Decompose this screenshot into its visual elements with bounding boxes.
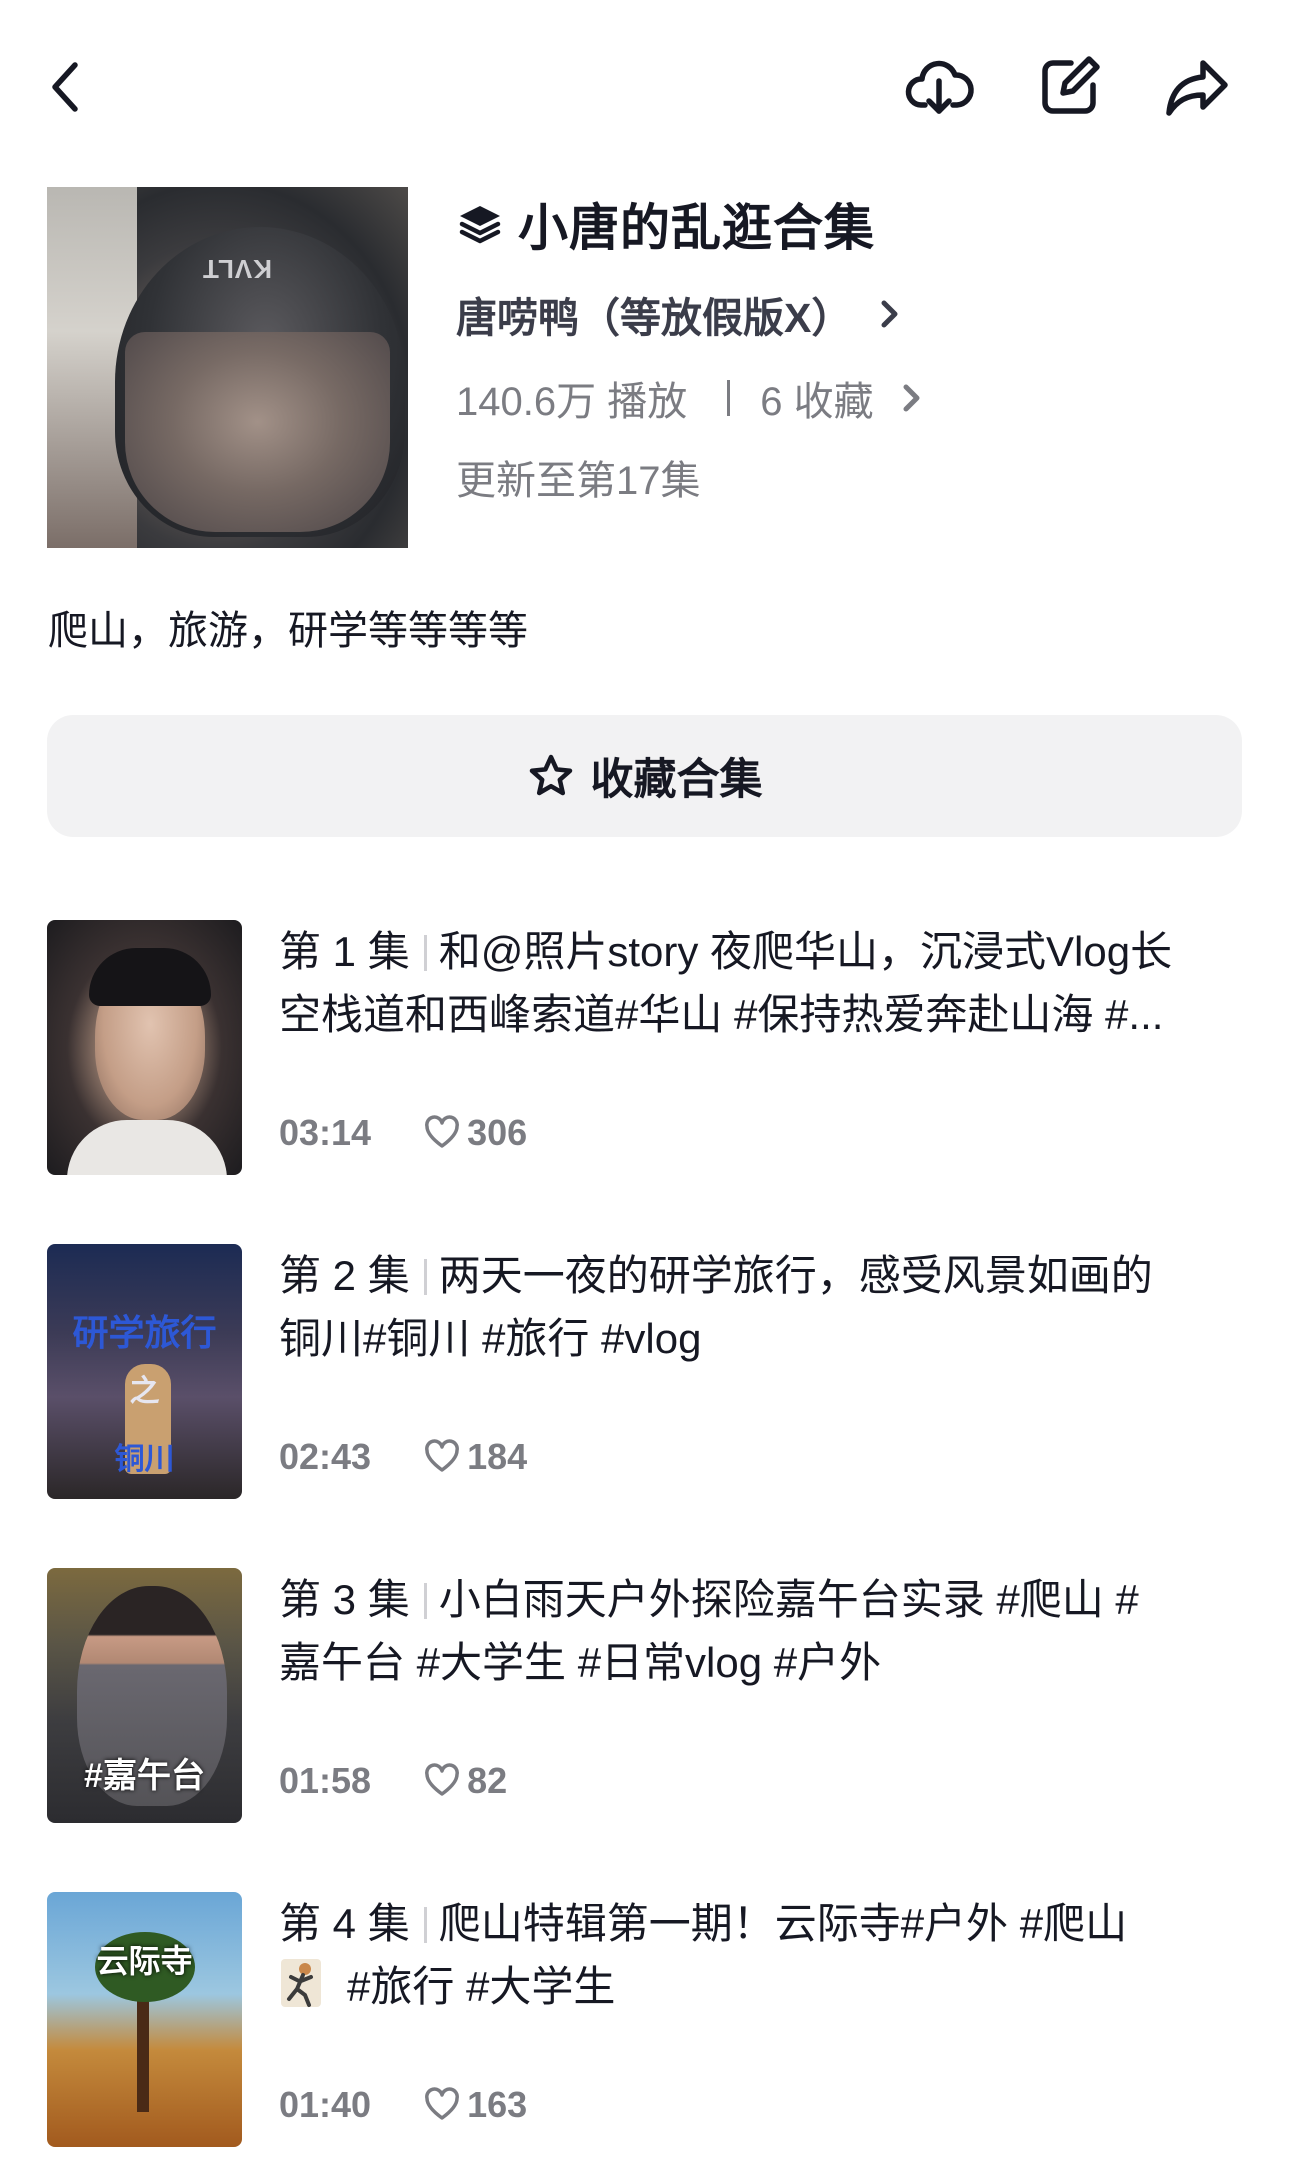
episode-duration: 01:58 bbox=[279, 1760, 372, 1801]
episode-title: 第 2 集两天一夜的研学旅行，感受风景如画的 铜川#铜川 #旅行 #vlog bbox=[279, 1244, 1284, 1370]
favorite-count: 6 收藏 bbox=[760, 380, 874, 424]
episode-item[interactable]: 云际寺 第 4 集爬山特辑第一期！云际寺#户外 #爬山 #旅行 #大学生 01:… bbox=[47, 1892, 1247, 2147]
episode-title: 第 1 集和@照片story 夜爬华山，沉浸式Vlog长 空栈道和西峰索道#华山… bbox=[279, 920, 1284, 1046]
episode-number: 第 2 集 bbox=[279, 1252, 410, 1299]
collection-title-row: 小唐的乱逛合集 bbox=[456, 192, 875, 256]
collect-button-label: 收藏合集 bbox=[590, 756, 763, 804]
chevron-right-icon bbox=[903, 384, 920, 412]
episode-likes: 184 bbox=[467, 1436, 528, 1477]
episode-duration: 02:43 bbox=[279, 1436, 372, 1477]
thumb-text-mid: 之 bbox=[129, 1374, 160, 1409]
play-count: 140.6万 播放 bbox=[456, 380, 688, 424]
collection-description: 爬山，旅游，研学等等等等 bbox=[48, 609, 528, 653]
episode-meta: 03:14 306 bbox=[279, 1108, 527, 1158]
episode-title-line1: 和@照片story 夜爬华山，沉浸式Vlog长 bbox=[438, 928, 1173, 975]
back-button[interactable] bbox=[22, 42, 112, 132]
stats-row[interactable]: 140.6万 播放 6 收藏 bbox=[456, 370, 926, 426]
episode-title-line2: #旅行 #大学生 bbox=[279, 1955, 1284, 2018]
episode-title-line2: 嘉午台 #大学生 #日常vlog #户外 bbox=[279, 1639, 882, 1686]
update-status: 更新至第17集 bbox=[456, 459, 701, 503]
heart-icon bbox=[425, 1763, 460, 1796]
episode-title-line1: 小白雨天户外探险嘉午台实录 #爬山 # bbox=[438, 1576, 1139, 1623]
episode-item[interactable]: #嘉午台 第 3 集小白雨天户外探险嘉午台实录 #爬山 # 嘉午台 #大学生 #… bbox=[47, 1568, 1247, 1823]
download-icon bbox=[905, 60, 974, 114]
episode-number: 第 1 集 bbox=[279, 928, 410, 975]
heart-icon bbox=[425, 1115, 460, 1148]
episode-likes: 306 bbox=[467, 1112, 528, 1153]
collection-page: KVLT 小唐的乱逛合集 唐唠鸭（等放假版X） 140.6万 播放 6 收藏 更… bbox=[0, 0, 1290, 2184]
episode-meta: 02:43 184 bbox=[279, 1432, 527, 1482]
episode-title-line1: 两天一夜的研学旅行，感受风景如画的 bbox=[438, 1252, 1153, 1299]
episode-title: 第 3 集小白雨天户外探险嘉午台实录 #爬山 # 嘉午台 #大学生 #日常vlo… bbox=[279, 1568, 1284, 1694]
episode-meta: 01:40 163 bbox=[279, 2080, 527, 2130]
download-button[interactable] bbox=[894, 42, 984, 132]
star-icon bbox=[529, 754, 572, 796]
edit-icon bbox=[1042, 56, 1100, 114]
back-icon bbox=[52, 62, 78, 112]
collect-collection-button[interactable]: 收藏合集 bbox=[47, 715, 1242, 837]
share-button[interactable] bbox=[1152, 42, 1242, 132]
episode-title: 第 4 集爬山特辑第一期！云际寺#户外 #爬山 #旅行 #大学生 bbox=[279, 1892, 1284, 2018]
episode-number: 第 3 集 bbox=[279, 1576, 410, 1623]
episode-title-line2: 铜川#铜川 #旅行 #vlog bbox=[279, 1315, 702, 1362]
top-bar bbox=[0, 0, 1290, 180]
thumb-tag: #嘉午台 bbox=[84, 1757, 205, 1795]
edit-button[interactable] bbox=[1024, 42, 1114, 132]
episode-item[interactable]: 第 1 集和@照片story 夜爬华山，沉浸式Vlog长 空栈道和西峰索道#华山… bbox=[47, 920, 1247, 1175]
episode-duration: 01:40 bbox=[279, 2084, 372, 2125]
episode-thumbnail[interactable] bbox=[47, 920, 242, 1175]
episode-thumbnail[interactable]: 研学旅行 之 铜川 bbox=[47, 1244, 242, 1499]
episode-thumbnail[interactable]: #嘉午台 bbox=[47, 1568, 242, 1823]
episode-title-line2: 空栈道和西峰索道#华山 #保持热爱奔赴山海 #... bbox=[279, 991, 1164, 1038]
episode-number: 第 4 集 bbox=[279, 1900, 410, 1947]
episode-title-line1: 爬山特辑第一期！云际寺#户外 #爬山 bbox=[438, 1900, 1128, 1947]
collection-title: 小唐的乱逛合集 bbox=[518, 200, 875, 256]
climber-emoji-icon bbox=[281, 1959, 321, 2007]
heart-icon bbox=[425, 1439, 460, 1472]
episode-item[interactable]: 研学旅行 之 铜川 第 2 集两天一夜的研学旅行，感受风景如画的 铜川#铜川 #… bbox=[47, 1244, 1247, 1499]
share-icon bbox=[1166, 60, 1228, 116]
episode-thumbnail[interactable]: 云际寺 bbox=[47, 1892, 242, 2147]
author-name: 唐唠鸭（等放假版X） bbox=[456, 295, 853, 341]
heart-icon bbox=[425, 2087, 460, 2120]
episode-title-line2-text: #旅行 #大学生 bbox=[347, 1963, 616, 2010]
episode-likes: 82 bbox=[467, 1760, 508, 1801]
episode-meta: 01:58 82 bbox=[279, 1756, 507, 1806]
thumb-text-bottom: 铜川 bbox=[114, 1442, 175, 1477]
layers-icon bbox=[459, 206, 501, 244]
episode-duration: 03:14 bbox=[279, 1112, 372, 1153]
collection-cover[interactable]: KVLT bbox=[47, 187, 408, 548]
chevron-right-icon bbox=[881, 300, 898, 328]
thumb-text-top: 研学旅行 bbox=[72, 1312, 217, 1354]
cover-brand-text: KVLT bbox=[202, 254, 272, 284]
author-link[interactable]: 唐唠鸭（等放假版X） bbox=[456, 286, 904, 342]
episode-likes: 163 bbox=[467, 2084, 528, 2125]
thumb-tag: 云际寺 bbox=[96, 1943, 193, 1979]
stats-divider bbox=[727, 380, 731, 416]
